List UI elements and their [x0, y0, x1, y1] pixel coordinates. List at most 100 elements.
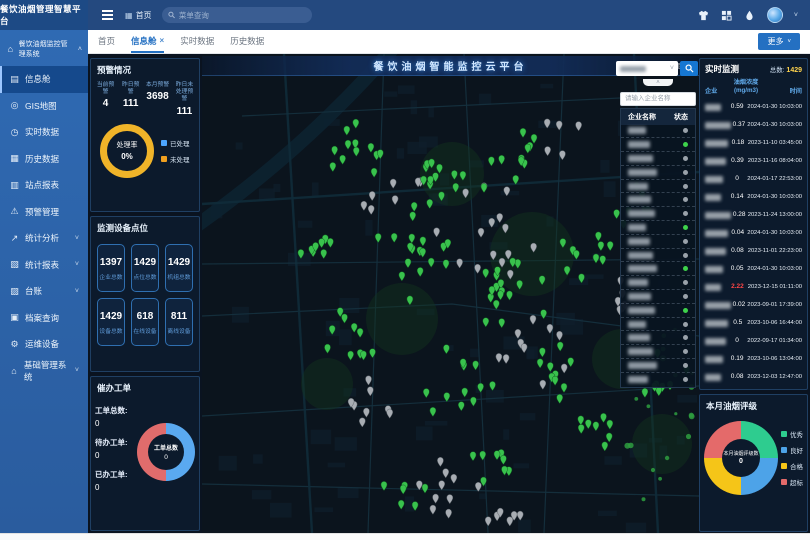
sidebar-item-label: 台账 — [25, 285, 42, 297]
menu-search-input[interactable] — [179, 11, 306, 20]
realtime-row[interactable]: 0.52023-10-06 16:44:00 — [705, 314, 802, 332]
realtime-row[interactable]: 0.192023-10-06 13:04:00 — [705, 350, 802, 368]
tabs: 首页信息舱× 实时数据历史数据 — [98, 30, 264, 53]
workorder-stat-value: 0 — [95, 451, 135, 460]
tab-info-cabin[interactable]: 信息舱× — [131, 30, 164, 53]
enterprise-row[interactable] — [621, 304, 695, 318]
collapse-handle[interactable]: ˄ — [643, 79, 673, 86]
enterprise-row[interactable] — [621, 180, 695, 194]
enterprise-row[interactable] — [621, 193, 695, 207]
enterprise-row[interactable] — [621, 373, 695, 387]
enterprise-row[interactable] — [621, 276, 695, 290]
realtime-row[interactable]: 02022-09-17 01:34:00 — [705, 332, 802, 350]
sidebar-item-alert-management[interactable]: ⚠预警管理 — [0, 199, 88, 226]
status-dot-offline — [683, 184, 688, 189]
sidebar-item-device-ops[interactable]: ⚙运维设备 — [0, 331, 88, 358]
device-stat-box: 1429设备总数 — [97, 298, 125, 346]
grid-icon: ▦ — [125, 11, 133, 20]
sidebar-item-ledger[interactable]: ▨台账˅ — [0, 278, 88, 305]
realtime-row[interactable]: 0.592024-01-30 10:03:00 — [705, 98, 802, 116]
device-stat-box: 1429机组总数 — [165, 244, 193, 292]
menu-toggle-icon[interactable] — [102, 14, 113, 16]
enterprise-name-blurred — [628, 334, 650, 341]
flame-icon[interactable] — [744, 9, 756, 21]
sidebar-item-statistics-analysis[interactable]: ↗统计分析˅ — [0, 225, 88, 252]
realtime-row[interactable]: 0.392023-11-16 08:04:00 — [705, 152, 802, 170]
enterprise-row[interactable] — [621, 249, 695, 263]
enterprise-row[interactable] — [621, 152, 695, 166]
status-dot-offline — [683, 253, 688, 258]
company-name-blurred — [705, 248, 726, 255]
enterprise-search-button[interactable] — [680, 61, 698, 76]
workorder-stat-label: 工单总数: — [95, 405, 135, 416]
chevron-down-icon[interactable]: ˅ — [794, 12, 798, 19]
theme-skin-icon[interactable] — [698, 9, 710, 21]
realtime-data-icon: ◷ — [9, 127, 20, 138]
enterprise-row[interactable] — [621, 262, 695, 276]
realtime-row[interactable]: 0.052024-01-30 10:03:00 — [705, 260, 802, 278]
close-icon[interactable]: × — [160, 36, 165, 45]
sidebar-item-label: 统计分析 — [25, 232, 59, 244]
enterprise-name-blurred — [628, 183, 648, 190]
realtime-row[interactable]: 0.372024-01-30 10:03:00 — [705, 116, 802, 134]
enterprise-row[interactable] — [621, 359, 695, 373]
workorder-stat: 工单总数:0 — [95, 405, 135, 428]
concentration-value: 0.14 — [727, 193, 747, 200]
realtime-row[interactable]: 0.082023-12-03 12:47:00 — [705, 368, 802, 386]
enterprise-row[interactable] — [621, 331, 695, 345]
enterprise-name-blurred — [628, 141, 650, 148]
statistics-analysis-icon: ↗ — [9, 233, 20, 244]
sidebar-item-gis-map[interactable]: ◎GIS地图 — [0, 93, 88, 120]
alarm-legend-swatch — [161, 140, 167, 146]
tab-realtime-data[interactable]: 实时数据 — [180, 30, 214, 53]
sidebar-item-realtime-data[interactable]: ◷实时数据 — [0, 119, 88, 146]
enterprise-row[interactable] — [621, 221, 695, 235]
chevron-down-icon: ˅ — [75, 367, 79, 374]
sidebar-item-info-cabin[interactable]: ▤信息舱 — [0, 66, 88, 93]
sidebar-group-header[interactable]: ⌂ 餐饮油烟监控管理系统 ˄ — [0, 30, 88, 66]
sidebar-item-statistics-report[interactable]: ▧统计报表˅ — [0, 252, 88, 279]
enterprise-row[interactable] — [621, 166, 695, 180]
sidebar-item-site-report[interactable]: ▥站点报表 — [0, 172, 88, 199]
breadcrumb[interactable]: ▦ 首页 — [125, 10, 152, 21]
device-ops-icon: ⚙ — [9, 339, 20, 350]
realtime-row[interactable]: 0.042024-01-30 10:03:00 — [705, 224, 802, 242]
sidebar-item-base-system[interactable]: ⌂基础管理系统˅ — [0, 358, 88, 385]
enterprise-row[interactable] — [621, 290, 695, 304]
enterprise-name-input[interactable] — [620, 92, 696, 106]
realtime-row[interactable]: 0.282023-11-24 13:00:00 — [705, 206, 802, 224]
alarm-legend-swatch — [161, 156, 167, 162]
menu-search-box[interactable] — [162, 7, 312, 23]
user-avatar[interactable] — [767, 7, 783, 23]
sidebar-item-history-data[interactable]: ▦历史数据 — [0, 146, 88, 173]
workorder-stat: 待办工单:0 — [95, 437, 135, 460]
realtime-row[interactable]: 02024-01-17 22:53:00 — [705, 170, 802, 188]
rating-legend-item: 优秀 — [781, 429, 803, 439]
enterprise-row[interactable] — [621, 125, 695, 139]
sidebar-item-archive-query[interactable]: ▣档案查询 — [0, 305, 88, 332]
company-name-blurred — [705, 374, 721, 381]
realtime-row[interactable]: 0.182023-11-10 03:45:00 — [705, 134, 802, 152]
enterprise-select[interactable]: ˅ — [616, 61, 678, 76]
tab-history-data[interactable]: 历史数据 — [230, 30, 264, 53]
tab-home[interactable]: 首页 — [98, 30, 115, 53]
enterprise-name-blurred — [628, 265, 657, 272]
chevron-down-icon: ˅ — [75, 261, 79, 268]
enterprise-row[interactable] — [621, 138, 695, 152]
more-button[interactable]: 更多 ˅ — [758, 33, 800, 50]
search-icon — [685, 64, 694, 73]
company-name-blurred — [705, 266, 723, 273]
layout-grid-icon[interactable] — [721, 9, 733, 21]
realtime-row[interactable]: 0.022023-09-01 17:39:00 — [705, 296, 802, 314]
realtime-row[interactable]: 2.222023-12-15 01:11:00 — [705, 278, 802, 296]
alarm-donut-area: 处理率 0% 已处理未处理 — [91, 117, 199, 178]
enterprise-row[interactable] — [621, 318, 695, 332]
enterprise-name-blurred — [628, 376, 648, 383]
workorder-total-value: 0 — [164, 454, 168, 461]
enterprise-row[interactable] — [621, 207, 695, 221]
status-dot-online — [683, 142, 688, 147]
enterprise-row[interactable] — [621, 345, 695, 359]
realtime-row[interactable]: 0.082023-11-01 22:23:00 — [705, 242, 802, 260]
realtime-row[interactable]: 0.142024-01-30 10:03:00 — [705, 188, 802, 206]
enterprise-row[interactable] — [621, 235, 695, 249]
